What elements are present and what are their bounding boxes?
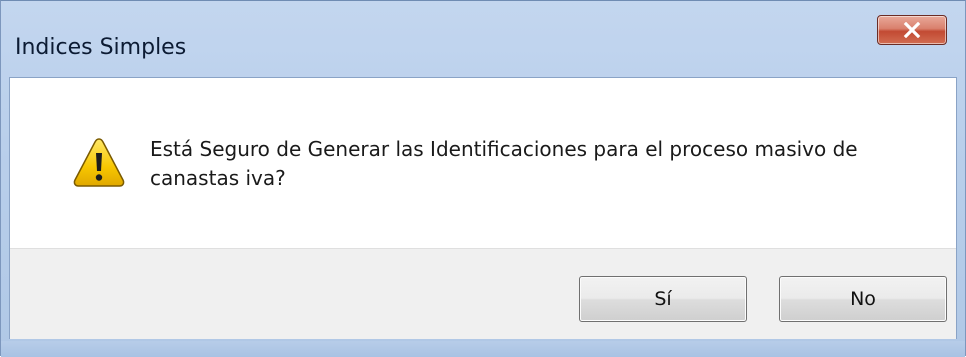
close-icon: [903, 22, 921, 38]
yes-button[interactable]: Sí: [579, 276, 747, 322]
dialog-body: Está Seguro de Generar las Identificacio…: [9, 77, 957, 339]
button-bar: Sí No: [10, 248, 956, 339]
close-button[interactable]: [877, 15, 947, 45]
warning-icon: [73, 138, 125, 187]
dialog-title: Indices Simples: [15, 35, 187, 60]
dialog-window: Indices Simples Está Seguro de Generar l…: [0, 0, 966, 357]
message-area: Está Seguro de Generar las Identificacio…: [10, 78, 956, 248]
title-bar[interactable]: Indices Simples: [1, 1, 965, 73]
no-button[interactable]: No: [779, 276, 947, 322]
dialog-message: Está Seguro de Generar las Identificacio…: [150, 137, 858, 190]
window-bottom-border: [1, 341, 965, 357]
